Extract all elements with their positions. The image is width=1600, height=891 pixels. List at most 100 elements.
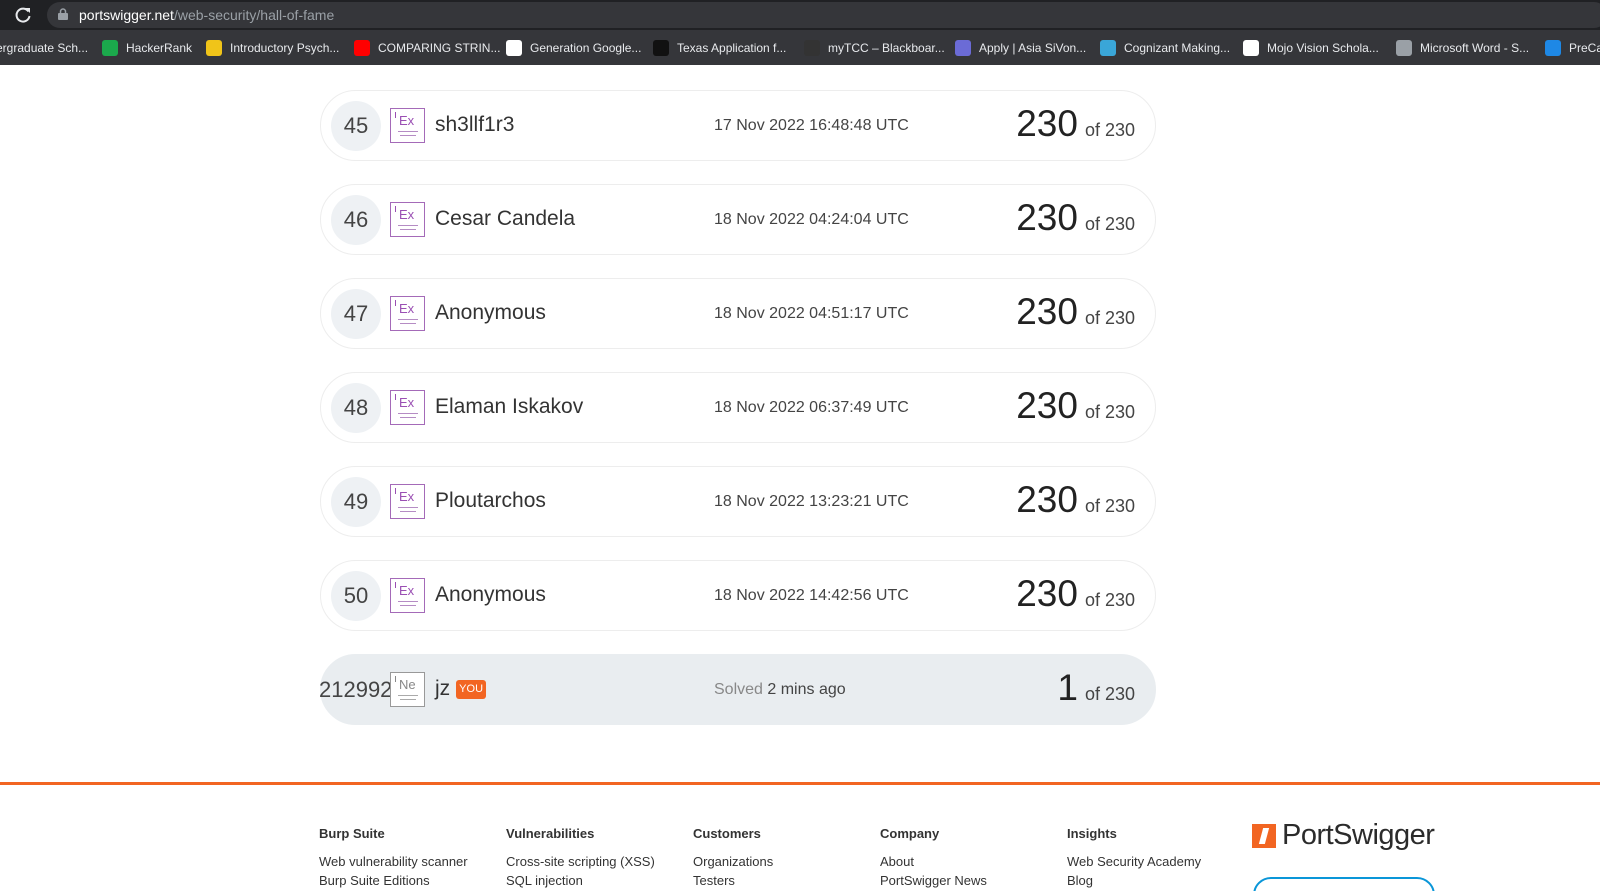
url-text[interactable]: portswigger.net/web-security/hall-of-fam…: [79, 7, 334, 23]
bookmark-4[interactable]: Generation Google...: [506, 39, 641, 57]
footer-heading: Company: [880, 826, 940, 841]
portswigger-logo-icon: [1252, 823, 1276, 848]
footer-link[interactable]: Burp Suite Editions: [319, 871, 468, 890]
bookmark-9[interactable]: Mojo Vision Schola...: [1243, 39, 1379, 57]
level-abbr: Ex: [399, 489, 415, 504]
current-user-row: 212992 Ne jz YOU Solved 2 mins ago 1 of 23…: [319, 654, 1156, 725]
hackerrank-icon: [102, 40, 118, 56]
solved-time-value: 2 mins ago: [767, 681, 846, 698]
score: 230 of 230: [1016, 291, 1135, 333]
bookmark-3[interactable]: COMPARING STRIN...: [354, 39, 500, 57]
user-name: Ploutarchos: [435, 489, 546, 512]
logo-text: PortSwigger: [1282, 819, 1435, 851]
rank: 50: [331, 571, 381, 621]
rank: 212992: [319, 677, 393, 702]
score-total: of 230: [1084, 684, 1135, 704]
level-badge-icon: Ex: [390, 202, 425, 237]
bookmark-7[interactable]: Apply | Asia SiVon...: [955, 39, 1086, 57]
completion-date: 18 Nov 2022 04:24:04 UTC: [714, 211, 909, 228]
bookmark-10[interactable]: Microsoft Word - S...: [1396, 39, 1529, 57]
bookmark-label: Generation Google...: [530, 41, 642, 55]
score-value: 230: [1016, 385, 1078, 426]
twitter-follow-button[interactable]: [1253, 877, 1435, 891]
rank: 45: [331, 101, 381, 151]
user-name: Elaman Iskakov: [435, 395, 584, 418]
footer-column: Customers Organizations Testers: [693, 826, 773, 890]
bookmark-label: Apply | Asia SiVon...: [979, 41, 1087, 55]
completion-date: 18 Nov 2022 06:37:49 UTC: [714, 399, 909, 416]
bookmark-1[interactable]: HackerRank: [102, 39, 192, 57]
browser-toolbar: portswigger.net/web-security/hall-of-fam…: [0, 0, 1600, 30]
level-abbr: Ex: [399, 207, 415, 222]
rank: 47: [331, 289, 381, 339]
level-badge-icon: Ex: [390, 578, 425, 613]
footer-link[interactable]: Organizations: [693, 852, 773, 871]
globe-icon: [1396, 40, 1412, 56]
url-path: /web-security/hall-of-fame: [173, 7, 335, 23]
footer-link[interactable]: PortSwigger News: [880, 871, 987, 890]
onedrive-icon: [1545, 40, 1561, 56]
you-badge: YOU: [456, 679, 487, 699]
user-name: Cesar Candela: [435, 207, 576, 230]
rank: 46: [331, 195, 381, 245]
score: 230 of 230: [1016, 197, 1135, 239]
bookmark-2[interactable]: Introductory Psych...: [206, 39, 339, 57]
footer-link[interactable]: About: [880, 852, 987, 871]
completion-date: 17 Nov 2022 16:48:48 UTC: [714, 117, 909, 134]
course-icon: [206, 40, 222, 56]
score-value: 230: [1016, 573, 1078, 614]
score-value: 230: [1016, 291, 1078, 332]
bookmark-8[interactable]: Cognizant Making...: [1100, 39, 1230, 57]
score-total: of 230: [1084, 496, 1135, 516]
apply-texas-icon: [653, 40, 669, 56]
score-total: of 230: [1084, 590, 1135, 610]
score-total: of 230: [1084, 308, 1135, 328]
bookmark-0[interactable]: ergraduate Sch...: [0, 39, 88, 57]
score-total: of 230: [1084, 214, 1135, 234]
lock-icon: [58, 8, 68, 20]
user-name: jz YOU: [435, 677, 487, 701]
footer-link[interactable]: Blog: [1067, 871, 1201, 890]
bookmark-label: ergraduate Sch...: [0, 41, 89, 55]
bookmark-label: Texas Application f...: [677, 41, 787, 55]
bookmark-11[interactable]: PreCa: [1545, 39, 1600, 57]
bookmark-label: HackerRank: [126, 41, 193, 55]
rank: 48: [331, 383, 381, 433]
footer-link[interactable]: Testers: [693, 871, 773, 890]
level-badge-icon: Ne: [390, 672, 425, 707]
footer-link[interactable]: Web Security Academy: [1067, 852, 1201, 871]
leaderboard-row: 50 Ex Anonymous 18 Nov 2022 14:42:56 UTC 230…: [320, 560, 1156, 631]
bookmark-label: PreCa: [1569, 41, 1600, 55]
level-abbr: Ex: [399, 395, 415, 410]
bookmark-label: Cognizant Making...: [1124, 41, 1231, 55]
level-badge-icon: Ex: [390, 108, 425, 143]
level-abbr: Ex: [399, 301, 415, 316]
solved-label: Solved: [714, 681, 763, 698]
bookmark-6[interactable]: myTCC – Blackboar...: [804, 39, 945, 57]
bookmark-5[interactable]: Texas Application f...: [653, 39, 786, 57]
footer-link[interactable]: Web vulnerability scanner: [319, 852, 468, 871]
level-abbr: Ex: [399, 113, 415, 128]
reload-icon[interactable]: [13, 5, 33, 25]
level-badge-icon: Ex: [390, 390, 425, 425]
completion-date: 18 Nov 2022 04:51:17 UTC: [714, 305, 909, 322]
footer-link[interactable]: SQL injection: [506, 871, 655, 890]
completion-date: 18 Nov 2022 14:42:56 UTC: [714, 587, 909, 604]
score: 230 of 230: [1016, 573, 1135, 615]
footer-column: Insights Web Security Academy Blog: [1067, 826, 1201, 890]
bookmark-label: COMPARING STRIN...: [378, 41, 501, 55]
score: 230 of 230: [1016, 479, 1135, 521]
score-value: 230: [1016, 479, 1078, 520]
score: 230 of 230: [1016, 385, 1135, 427]
leaderboard-row: 46 Ex Cesar Candela 18 Nov 2022 04:24:04 UT…: [320, 184, 1156, 255]
footer-heading: Insights: [1067, 826, 1117, 841]
score-total: of 230: [1084, 120, 1135, 140]
solved-time: Solved 2 mins ago: [714, 681, 846, 699]
score-total: of 230: [1084, 402, 1135, 422]
bookmark-label: Mojo Vision Schola...: [1267, 41, 1379, 55]
footer-divider: [0, 782, 1600, 785]
footer-link[interactable]: Cross-site scripting (XSS): [506, 852, 655, 871]
level-abbr: Ex: [399, 583, 415, 598]
portswigger-logo[interactable]: PortSwigger: [1252, 819, 1435, 852]
blackboard-icon: [804, 40, 820, 56]
